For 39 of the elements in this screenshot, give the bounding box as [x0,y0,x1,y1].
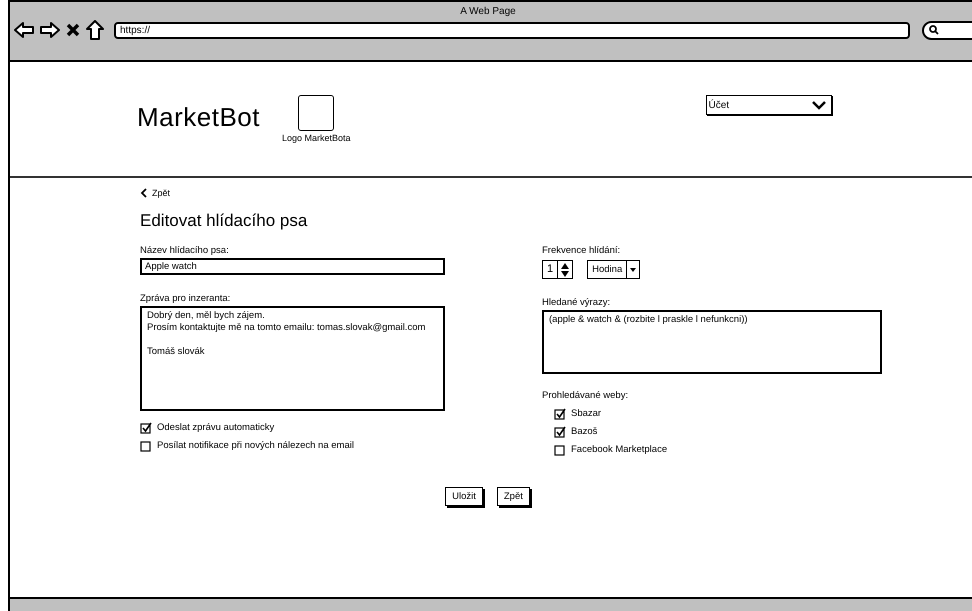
close-icon[interactable] [66,23,80,37]
chevron-left-icon [140,188,148,198]
unit-dropdown[interactable]: Hodina [587,260,640,279]
account-dropdown[interactable]: Účet [706,95,832,115]
caret-icon [630,268,636,272]
name-field[interactable]: Apple watch [140,258,445,275]
stepper-arrows-icon [560,262,570,278]
checked-box-icon [554,426,566,438]
checkbox[interactable]: Bazoš [554,425,668,438]
empty-box-icon [140,440,152,452]
search-field[interactable] [922,20,972,40]
checked-box-icon [140,422,152,434]
field-label: Hledané výrazy: [542,297,610,310]
field-label: Frekvence hlídání: [542,245,620,258]
window-title: A Web Page [459,6,517,17]
forward-icon[interactable] [40,21,60,39]
field-label: Prohledávané weby: [542,390,628,403]
search-icon [929,25,939,35]
checkbox[interactable]: Odeslat zprávu automaticky [140,421,354,434]
field-label: Zpráva pro inzeranta: [140,293,230,306]
save-button[interactable]: Uložit [445,487,483,506]
empty-box-icon [554,444,566,456]
address-field[interactable]: https:// [114,22,910,38]
chevron-down-icon [810,100,827,110]
search-terms-field[interactable]: (apple & watch & (rozbite l praskle l nefunkcni)) [542,310,882,374]
number-stepper[interactable]: 1 [542,260,574,279]
checkbox[interactable]: Sbazar [554,407,668,420]
back-link[interactable]: Zpět [140,188,170,198]
checkbox[interactable]: Facebook Marketplace [554,443,668,456]
back-icon[interactable] [14,21,34,39]
page-title: Editovat hlídacího psa [140,211,308,231]
checked-box-icon [554,408,566,420]
field-label: Název hlídacího psa: [140,245,229,258]
back-button[interactable]: Zpět [496,487,530,506]
checkbox[interactable]: Posílat notifikace při nových nálezech na email [140,439,354,452]
brand-name: MarketBot [137,102,260,133]
logo-caption: Logo MarketBota [282,133,351,143]
logo-placeholder [298,95,334,131]
message-field[interactable]: Dobrý den, měl bych zájem. Prosím kontaktujte mě na tomto emailu: tomas.slovak@gmail.com Tomáš slovák [140,306,445,411]
